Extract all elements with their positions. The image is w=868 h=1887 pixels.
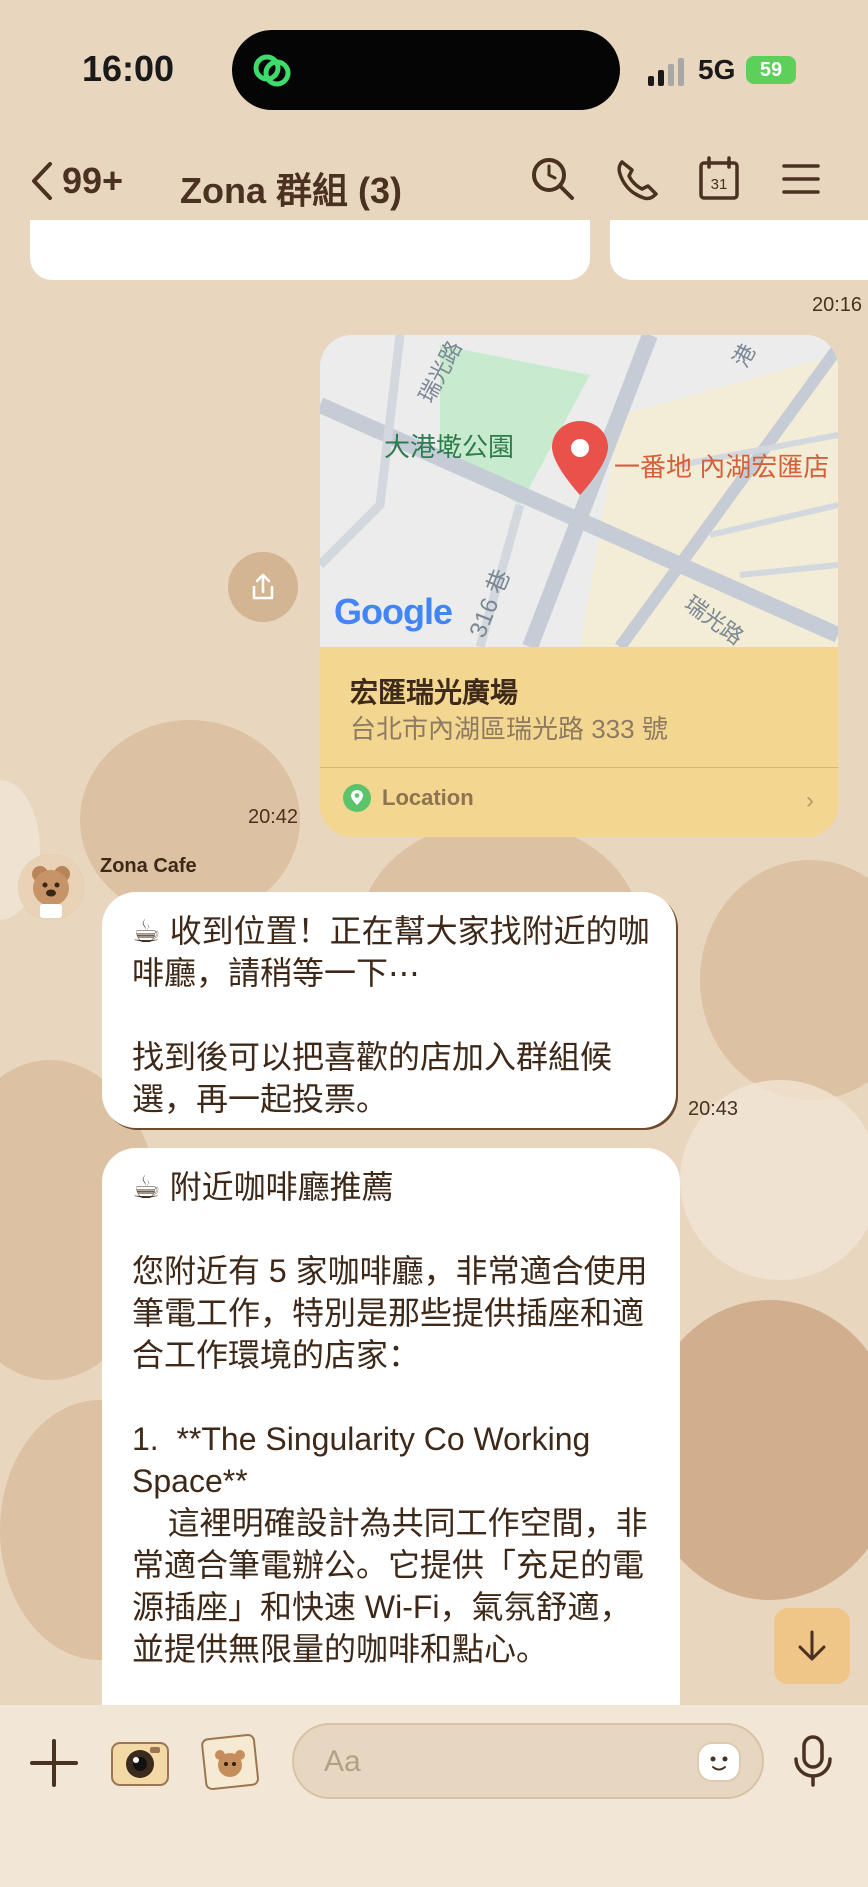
chat-title: Zona 群組 (3): [180, 170, 402, 211]
camera-icon[interactable]: [110, 1735, 170, 1789]
location-label: Location: [382, 785, 474, 810]
message-bubble[interactable]: ☕ 附近咖啡廳推薦 您附近有 5 家咖啡廳，非常適合使用筆電工作，特別是那些提供…: [102, 1148, 680, 1708]
map-label-pin: 一番地 內湖宏匯店: [614, 452, 830, 482]
sender-name: Zona Cafe: [100, 855, 197, 877]
location-link[interactable]: Location: [342, 783, 474, 813]
share-button[interactable]: [228, 552, 298, 622]
plus-icon[interactable]: [26, 1735, 82, 1791]
input-bar: Aa: [0, 1705, 868, 1887]
network-type: 5G: [698, 54, 736, 85]
location-message[interactable]: 大港墘公園 一番地 內湖宏匯店 瑞光路 316 巷 瑞光路 港 Google 宏…: [320, 335, 838, 837]
location-pin-icon: [343, 784, 371, 812]
phone-icon[interactable]: [612, 154, 662, 204]
calendar-day: 31: [711, 176, 728, 193]
message-input-placeholder: Aa: [324, 1745, 361, 1778]
message-time: 20:43: [688, 1098, 739, 1120]
chat-header: 99+ Zona 群組 (3) 31: [0, 140, 868, 230]
arrow-down-icon: [798, 1630, 826, 1661]
place-address: 台北市內湖區瑞光路 333 號: [350, 714, 668, 744]
dynamic-island: [232, 30, 620, 110]
sticker-icon[interactable]: [694, 1739, 744, 1785]
signal-icon: [648, 58, 684, 86]
divider: [320, 767, 838, 768]
place-name: 宏匯瑞光廣場: [350, 677, 519, 708]
menu-icon[interactable]: [776, 154, 826, 204]
map-label-park: 大港墘公園: [384, 432, 515, 462]
google-logo: Google: [334, 591, 453, 632]
battery-icon: 59: [746, 56, 796, 84]
status-time: 16:00: [82, 48, 175, 89]
message-bubble[interactable]: ☕ 收到位置！正在幫大家找附近的咖啡廳，請稍等一下⋯ 找到後可以把喜歡的店加入群…: [102, 892, 676, 1128]
scroll-to-bottom-button[interactable]: [774, 1608, 850, 1684]
bear-avatar-icon: [18, 854, 84, 920]
search-icon[interactable]: [528, 154, 578, 204]
chevron-left-icon: [32, 162, 52, 200]
message-input[interactable]: Aa: [292, 1723, 764, 1799]
microphone-icon[interactable]: [788, 1733, 838, 1789]
message-time: 20:42: [248, 806, 299, 828]
status-bar: 16:00 5G 59: [0, 0, 868, 140]
link-icon: [253, 54, 291, 87]
chevron-right-icon: ›: [806, 787, 814, 814]
calendar-icon[interactable]: 31: [694, 154, 744, 204]
map-preview[interactable]: 大港墘公園 一番地 內湖宏匯店 瑞光路 316 巷 瑞光路 港 Google: [320, 335, 838, 647]
unread-count: 99+: [62, 160, 124, 201]
share-icon: [252, 573, 274, 600]
previous-message-card[interactable]: [610, 220, 868, 280]
avatar[interactable]: [18, 854, 84, 920]
previous-message-card[interactable]: [30, 220, 590, 280]
back-button[interactable]: 99+: [28, 160, 123, 202]
message-time: 20:16: [812, 294, 863, 316]
photo-icon[interactable]: [200, 1731, 260, 1791]
